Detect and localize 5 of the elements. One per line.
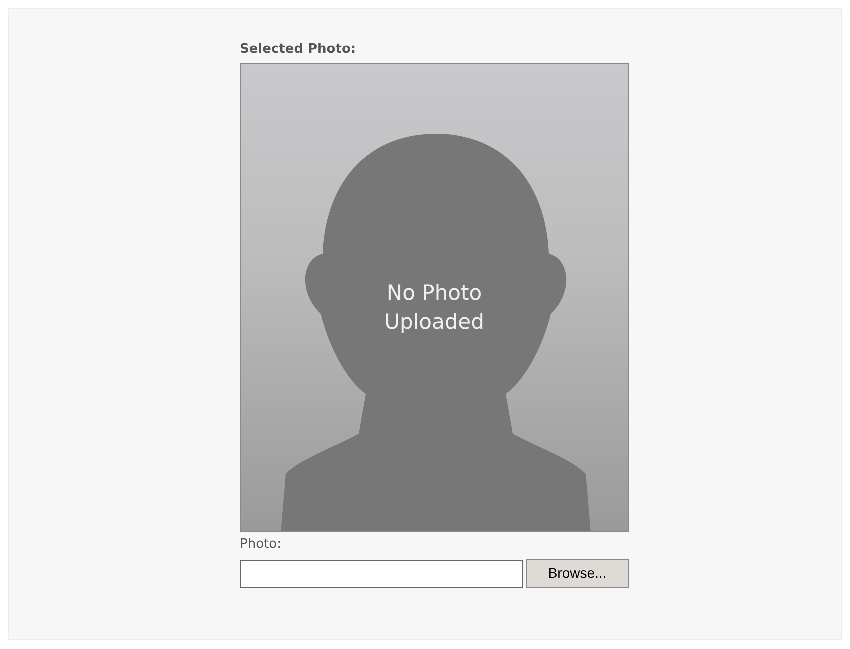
browse-button[interactable]: Browse... (526, 559, 629, 588)
field-label: Photo: (240, 538, 282, 552)
section-heading: Selected Photo: (240, 41, 358, 59)
file-path-field[interactable] (240, 560, 523, 588)
no-photo-text: No Photo Uploaded (384, 280, 486, 336)
